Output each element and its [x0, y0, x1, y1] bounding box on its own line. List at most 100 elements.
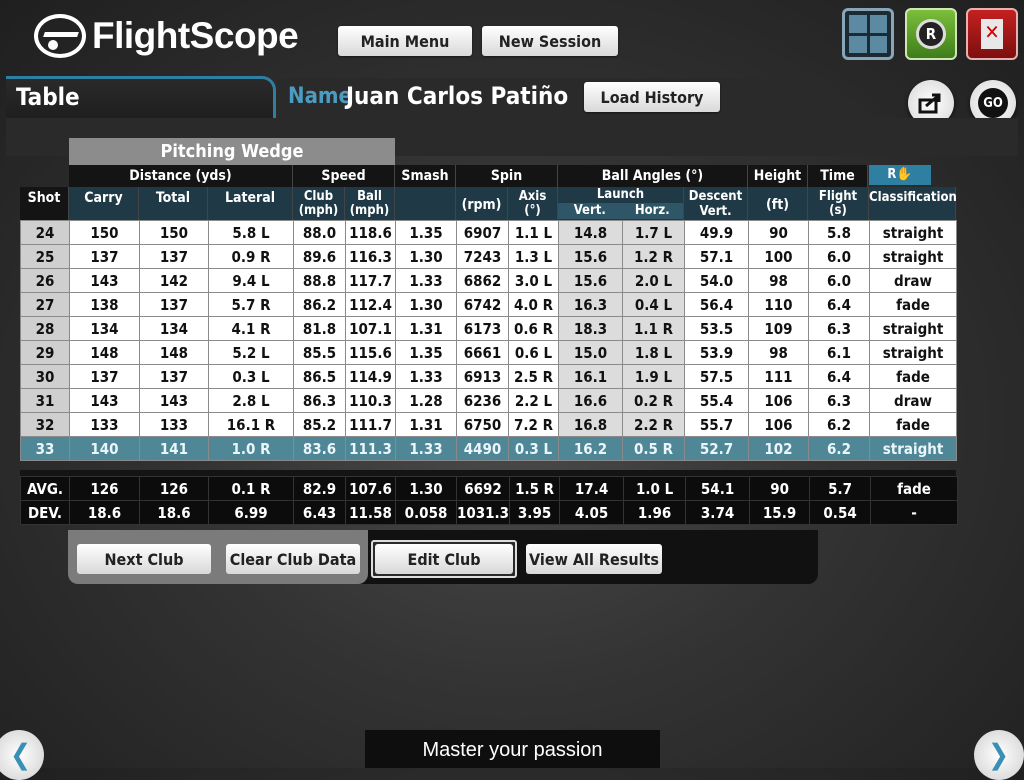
- cell-launch-vert: 14.8: [558, 220, 623, 245]
- col-launch[interactable]: Launch Vert. Horz.: [558, 187, 684, 220]
- table-row[interactable]: 32 133 133 16.1 R 85.2 111.7 1.31 6750 7.2 R 16.8…: [20, 412, 957, 437]
- cell-shot: 32: [20, 412, 70, 437]
- cell-club-speed: 86.2: [293, 292, 346, 317]
- cell-shot: 31: [20, 388, 70, 413]
- cell-height: 106: [748, 388, 809, 413]
- col-lateral[interactable]: Lateral: [208, 187, 293, 220]
- col-total[interactable]: Total: [139, 187, 208, 220]
- cell-launch-vert: 16.8: [558, 412, 623, 437]
- summary-cell-smash: 0.058: [395, 500, 457, 525]
- cell-club-speed: 88.0: [293, 220, 346, 245]
- hand-icon[interactable]: R✋: [869, 165, 931, 185]
- cell-spin-rpm: 6907: [456, 220, 509, 245]
- col-descent[interactable]: Descent Vert.: [684, 187, 748, 220]
- cell-shot: 29: [20, 340, 70, 365]
- cell-shot: 27: [20, 292, 70, 317]
- edit-club-button[interactable]: Edit Club: [375, 544, 513, 574]
- group-distance: Distance (yds): [69, 165, 293, 187]
- cell-spin-axis: 4.0 R: [508, 292, 559, 317]
- next-arrow-icon[interactable]: ❯: [974, 730, 1024, 780]
- cell-launch-horz: 1.8 L: [622, 340, 685, 365]
- group-time: Time: [808, 165, 868, 187]
- cell-spin-rpm: 6742: [456, 292, 509, 317]
- main-menu-button[interactable]: Main Menu: [338, 26, 472, 56]
- cell-lateral: 1.0 R: [208, 436, 294, 461]
- cell-spin-rpm: 6750: [456, 412, 509, 437]
- cell-carry: 137: [69, 244, 140, 269]
- cell-club-speed: 83.6: [293, 436, 346, 461]
- cell-club-speed: 81.8: [293, 316, 346, 341]
- cell-ball-speed: 117.7: [345, 268, 396, 293]
- cell-launch-vert: 16.1: [558, 364, 623, 389]
- tab-table[interactable]: Table: [6, 76, 276, 120]
- cell-ball-speed: 116.3: [345, 244, 396, 269]
- col-launch-label: Launch: [596, 187, 645, 202]
- top-bar: FlightScope Main Menu New Session R ✕: [0, 0, 1024, 76]
- cell-flight-time: 6.4: [808, 292, 870, 317]
- next-club-button[interactable]: Next Club: [77, 544, 211, 574]
- col-descent-label: Descent: [688, 189, 743, 204]
- cell-classification: fade: [869, 364, 957, 389]
- col-shot: Shot: [20, 187, 69, 220]
- cell-classification: straight: [869, 244, 957, 269]
- table-row[interactable]: 33 140 141 1.0 R 83.6 111.3 1.33 4490 0.3 L 16.2 0…: [20, 436, 957, 461]
- cell-height: 109: [748, 316, 809, 341]
- cell-carry: 134: [69, 316, 140, 341]
- cell-smash: 1.31: [395, 412, 457, 437]
- summary-cell-launch-horz: 1.0 L: [623, 476, 687, 501]
- col-axis-label: Axis: [518, 189, 547, 204]
- table-row[interactable]: 24 150 150 5.8 L 88.0 118.6 1.35 6907 1.1 L 14.8 1…: [20, 220, 957, 245]
- view-all-results-button[interactable]: View All Results: [526, 544, 662, 574]
- cell-total: 148: [139, 340, 209, 365]
- col-carry[interactable]: Carry: [69, 187, 139, 220]
- table-row[interactable]: 26 143 142 9.4 L 88.8 117.7 1.33 6862 3.0 L 15.6 2…: [20, 268, 957, 293]
- cell-spin-rpm: 6913: [456, 364, 509, 389]
- cell-lateral: 2.8 L: [208, 388, 294, 413]
- cell-carry: 137: [69, 364, 140, 389]
- table-row[interactable]: 29 148 148 5.2 L 85.5 115.6 1.35 6661 0.6 L 15.0 1…: [20, 340, 957, 365]
- cell-flight-time: 6.1: [808, 340, 870, 365]
- cell-launch-horz: 0.2 R: [622, 388, 685, 413]
- table-row[interactable]: 25 137 137 0.9 R 89.6 116.3 1.30 7243 1.3 L 15.6 1…: [20, 244, 957, 269]
- cell-height: 110: [748, 292, 809, 317]
- summary-cell-total: 18.6: [139, 500, 209, 525]
- cell-descent: 55.7: [684, 412, 749, 437]
- cell-classification: draw: [869, 268, 957, 293]
- record-icon[interactable]: R: [905, 8, 957, 60]
- cell-classification: draw: [869, 388, 957, 413]
- prev-arrow-icon[interactable]: ❮: [0, 730, 44, 780]
- cell-total: 137: [139, 364, 209, 389]
- table-row[interactable]: 30 137 137 0.3 L 86.5 114.9 1.33 6913 2.5 R 16.1 1…: [20, 364, 957, 389]
- new-session-button[interactable]: New Session: [482, 26, 618, 56]
- cell-carry: 150: [69, 220, 140, 245]
- cell-spin-rpm: 4490: [456, 436, 509, 461]
- col-ball-speed[interactable]: Ball (mph): [345, 187, 395, 220]
- close-icon[interactable]: ✕: [966, 8, 1018, 60]
- col-smash[interactable]: [395, 187, 456, 220]
- col-spin-rpm[interactable]: (rpm): [456, 187, 508, 220]
- summary-table: AVG. 126 126 0.1 R 82.9 107.6 1.30 6692 1.5 R 17.…: [20, 476, 959, 525]
- cell-classification: fade: [869, 412, 957, 437]
- col-axis-unit: (°): [524, 203, 541, 218]
- table-row[interactable]: 31 143 143 2.8 L 86.3 110.3 1.28 6236 2.2 L 16.6 0…: [20, 388, 957, 413]
- table-row[interactable]: 28 134 134 4.1 R 81.8 107.1 1.31 6173 0.6 R 18.3 1…: [20, 316, 957, 341]
- summary-cell-club-speed: 82.9: [293, 476, 346, 501]
- table-row[interactable]: 27 138 137 5.7 R 86.2 112.4 1.30 6742 4.0 R 16.3 0…: [20, 292, 957, 317]
- cell-height: 102: [748, 436, 809, 461]
- cell-height: 106: [748, 412, 809, 437]
- summary-cell-spin-axis: 1.5 R: [509, 476, 561, 501]
- cell-spin-rpm: 6862: [456, 268, 509, 293]
- clear-club-data-button[interactable]: Clear Club Data: [226, 544, 360, 574]
- summary-cell-spin-rpm: 1031.3: [455, 500, 511, 525]
- cell-classification: straight: [869, 340, 957, 365]
- col-spin-axis[interactable]: Axis (°): [508, 187, 558, 220]
- col-classification[interactable]: Classification: [869, 187, 957, 220]
- col-flight[interactable]: Flight (s): [808, 187, 869, 220]
- load-history-button[interactable]: Load History: [584, 82, 720, 112]
- grid-view-icon[interactable]: [842, 8, 894, 60]
- col-height[interactable]: (ft): [748, 187, 808, 220]
- cell-smash: 1.33: [395, 436, 457, 461]
- col-club-speed[interactable]: Club (mph): [293, 187, 345, 220]
- col-launch-horz: Horz.: [634, 203, 670, 218]
- summary-cell-shot: AVG.: [20, 476, 70, 501]
